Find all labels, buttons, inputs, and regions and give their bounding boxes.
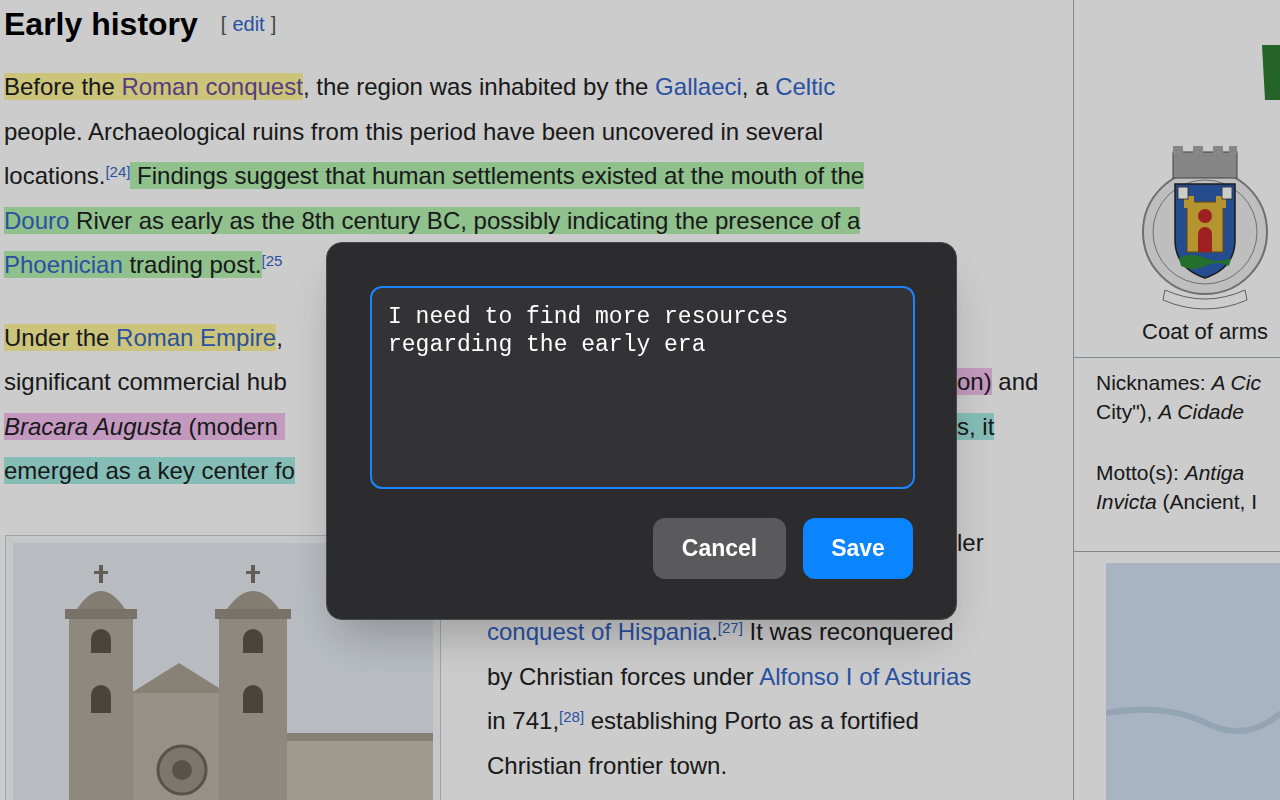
save-button[interactable]: Save bbox=[803, 518, 913, 579]
note-dialog: Cancel Save bbox=[326, 242, 957, 620]
note-textarea[interactable] bbox=[370, 286, 915, 489]
dialog-buttons: Cancel Save bbox=[370, 518, 913, 579]
cancel-button[interactable]: Cancel bbox=[653, 518, 786, 579]
